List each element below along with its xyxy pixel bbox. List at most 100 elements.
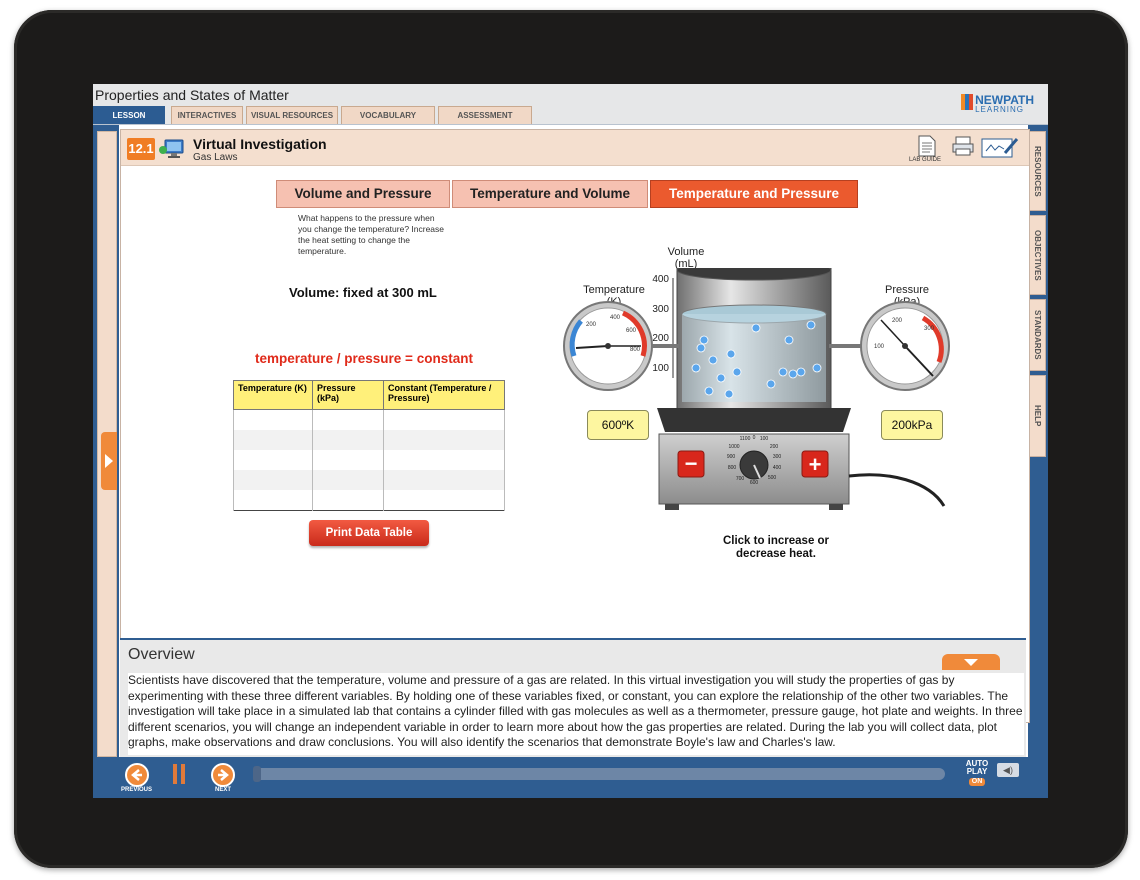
table-cell xyxy=(312,430,384,450)
dial-tick: 700 xyxy=(736,476,745,482)
print-icon[interactable] xyxy=(951,135,975,157)
table-cell xyxy=(233,470,313,490)
dial-tick: 1100 xyxy=(740,436,751,442)
volume-tick-200: 200 xyxy=(652,333,669,344)
dial-tick: 1000 xyxy=(728,444,739,450)
tab-volume-and-pressure[interactable]: Volume and Pressure xyxy=(276,180,450,208)
next-label: NEXT xyxy=(215,787,232,793)
table-cell xyxy=(233,450,313,470)
table-cell xyxy=(383,430,505,450)
pause-icon[interactable] xyxy=(173,764,187,784)
table-cell xyxy=(383,470,505,490)
table-row xyxy=(233,430,505,450)
dial-tick: 900 xyxy=(727,454,736,460)
table-cell xyxy=(383,490,505,511)
collapse-overview-icon[interactable] xyxy=(942,654,1000,670)
expand-left-arrow-icon[interactable] xyxy=(101,432,117,490)
arrow-left-icon xyxy=(131,769,142,781)
next-button[interactable] xyxy=(211,763,235,787)
previous-label: PREVIOUS xyxy=(121,787,153,793)
pressure-gauge-tick: 100 xyxy=(874,344,885,350)
tab-assessment[interactable]: ASSESSMENT xyxy=(438,106,532,124)
progress-handle[interactable] xyxy=(253,766,261,782)
table-row xyxy=(233,450,505,470)
dial-tick: 100 xyxy=(760,436,769,442)
table-row xyxy=(233,490,505,511)
table-header-row: Temperature (K) Pressure (kPa) Constant … xyxy=(233,380,505,410)
temp-gauge-tick: 800 xyxy=(630,347,641,353)
lab-guide-icon[interactable] xyxy=(917,135,937,157)
lesson-header: 12.1 Virtual Investigation Gas Laws LAB … xyxy=(121,130,1029,166)
table-cell xyxy=(312,409,384,430)
tab-interactives[interactable]: INTERACTIVES xyxy=(171,106,243,124)
table-cell xyxy=(383,409,505,430)
tab-lesson[interactable]: LESSON xyxy=(93,106,165,124)
table-cell xyxy=(233,490,313,511)
tab-temperature-and-pressure[interactable]: Temperature and Pressure xyxy=(650,180,858,208)
tab-visual-resources[interactable]: VISUAL RESOURCES xyxy=(246,106,338,124)
table-cell xyxy=(312,470,384,490)
dial-tick: 0 xyxy=(753,435,756,441)
temperature-readout: 600ºK xyxy=(587,410,649,440)
app-title: Properties and States of Matter xyxy=(95,87,289,103)
logo-sub: LEARNING xyxy=(975,105,1025,114)
arrow-right-icon xyxy=(218,769,229,781)
app-header: Properties and States of Matter LESSON I… xyxy=(93,84,1048,125)
lesson-subtitle: Gas Laws xyxy=(193,152,238,163)
pressure-readout: 200kPa xyxy=(881,410,943,440)
autoplay-toggle[interactable]: AUTO PLAY ON xyxy=(963,760,991,786)
temp-gauge-tick: 400 xyxy=(610,315,621,321)
autoplay-label: AUTO PLAY xyxy=(965,759,989,776)
column-header-temperature: Temperature (K) xyxy=(233,380,313,410)
table-cell xyxy=(312,450,384,470)
app-screen: Properties and States of Matter LESSON I… xyxy=(93,84,1048,798)
dial-tick: 800 xyxy=(728,465,737,471)
pressure-gauge-tick: 300 xyxy=(924,326,935,332)
overview-title: Overview xyxy=(128,646,195,663)
fixed-variable-label: Volume: fixed at 300 mL xyxy=(289,285,437,300)
temp-gauge-tick: 600 xyxy=(626,328,637,334)
table-row xyxy=(233,409,505,430)
main-tabs: LESSON INTERACTIVES VISUAL RESOURCES VOC… xyxy=(93,106,535,124)
pressure-gauge-tick: 200 xyxy=(892,318,903,324)
overview-text: Scientists have discovered that the temp… xyxy=(128,673,1024,755)
side-tab-resources[interactable]: RESOURCES xyxy=(1028,131,1046,211)
gas-apparatus: 400 300 200 100 − + 1100 0 100 200 300 4… xyxy=(563,268,950,510)
gas-law-formula: temperature / pressure = constant xyxy=(255,351,473,366)
side-tab-standards[interactable]: STANDARDS xyxy=(1028,299,1046,371)
investigation-question: What happens to the pressure when you ch… xyxy=(298,213,445,256)
table-cell xyxy=(233,430,313,450)
heat-instruction: Click to increase or decrease heat. xyxy=(722,535,830,560)
progress-bar[interactable] xyxy=(253,766,945,782)
lab-guide-label: LAB GUIDE xyxy=(909,157,942,163)
autoplay-state: ON xyxy=(968,778,986,786)
dial-tick: 600 xyxy=(750,480,759,486)
overview-panel: Overview Scientists have discovered that… xyxy=(120,638,1026,758)
dial-tick: 300 xyxy=(773,454,782,460)
column-header-constant: Constant (Temperature / Pressure) xyxy=(383,380,505,410)
data-table: Temperature (K) Pressure (kPa) Constant … xyxy=(233,380,505,511)
newpath-logo: NEWPATH LEARNING xyxy=(961,94,1034,114)
side-tab-objectives[interactable]: OBJECTIVES xyxy=(1028,215,1046,295)
table-cell xyxy=(383,450,505,470)
volume-tick-300: 300 xyxy=(652,304,669,315)
side-tab-help[interactable]: HELP xyxy=(1028,375,1046,457)
tab-vocabulary[interactable]: VOCABULARY xyxy=(341,106,435,124)
logo-mark-icon xyxy=(961,94,974,110)
column-header-pressure: Pressure (kPa) xyxy=(312,380,384,410)
speaker-icon[interactable]: ◀) xyxy=(997,763,1019,777)
dial-tick: 400 xyxy=(773,465,782,471)
tab-temperature-and-volume[interactable]: Temperature and Volume xyxy=(452,180,648,208)
decrease-heat-label: − xyxy=(685,451,698,476)
print-data-table-button[interactable]: Print Data Table xyxy=(309,520,429,546)
notebook-icon[interactable] xyxy=(981,135,1019,159)
previous-button[interactable] xyxy=(125,763,149,787)
lesson-title: Virtual Investigation xyxy=(193,136,327,152)
volume-tick-100: 100 xyxy=(652,363,669,374)
dial-tick: 500 xyxy=(768,475,777,481)
increase-heat-label: + xyxy=(809,452,822,477)
table-cell xyxy=(233,409,313,430)
virtual-investigation-icon xyxy=(159,139,184,158)
experiment-tabs: Volume and Pressure Temperature and Volu… xyxy=(276,180,860,208)
volume-tick-400: 400 xyxy=(652,274,669,285)
